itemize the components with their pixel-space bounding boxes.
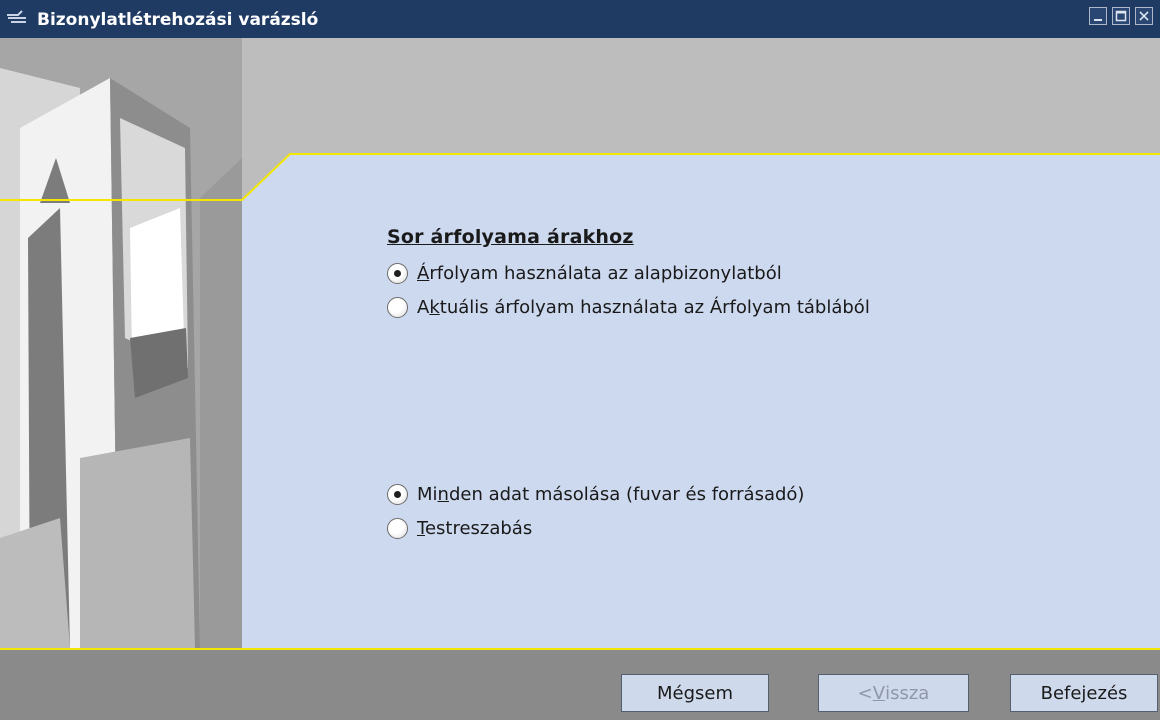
minimize-button[interactable] [1089,7,1107,25]
wizard-illustration [0,38,242,648]
maximize-icon [1115,10,1127,22]
maximize-button[interactable] [1112,7,1130,25]
radio-unchecked-icon[interactable] [387,297,408,318]
radio-label[interactable]: Minden adat másolása (fuvar és forrásadó… [417,483,804,507]
minimize-icon [1094,19,1102,21]
close-icon [1139,11,1149,21]
finish-button[interactable]: Befejezés [1010,674,1158,712]
radio-checked-icon[interactable] [387,263,408,284]
section-title: Sor árfolyama árakhoz [387,226,634,248]
cancel-button[interactable]: Mégsem [621,674,769,712]
radio-label[interactable]: Árfolyam használata az alapbizonylatból [417,262,782,286]
back-button[interactable]: < Vissza [818,674,969,712]
window-title: Bizonylatlétrehozási varázsló [37,10,319,30]
wizard-app-icon [7,10,26,23]
radio-unchecked-icon[interactable] [387,518,408,539]
title-bar: Bizonylatlétrehozási varázsló [0,0,1160,38]
close-button[interactable] [1135,7,1153,25]
radio-checked-icon[interactable] [387,484,408,505]
radio-label[interactable]: Testreszabás [417,517,532,541]
radio-label[interactable]: Aktuális árfolyam használata az Árfolyam… [417,296,870,320]
wizard-footer: Mégsem < Vissza Befejezés [0,648,1160,720]
